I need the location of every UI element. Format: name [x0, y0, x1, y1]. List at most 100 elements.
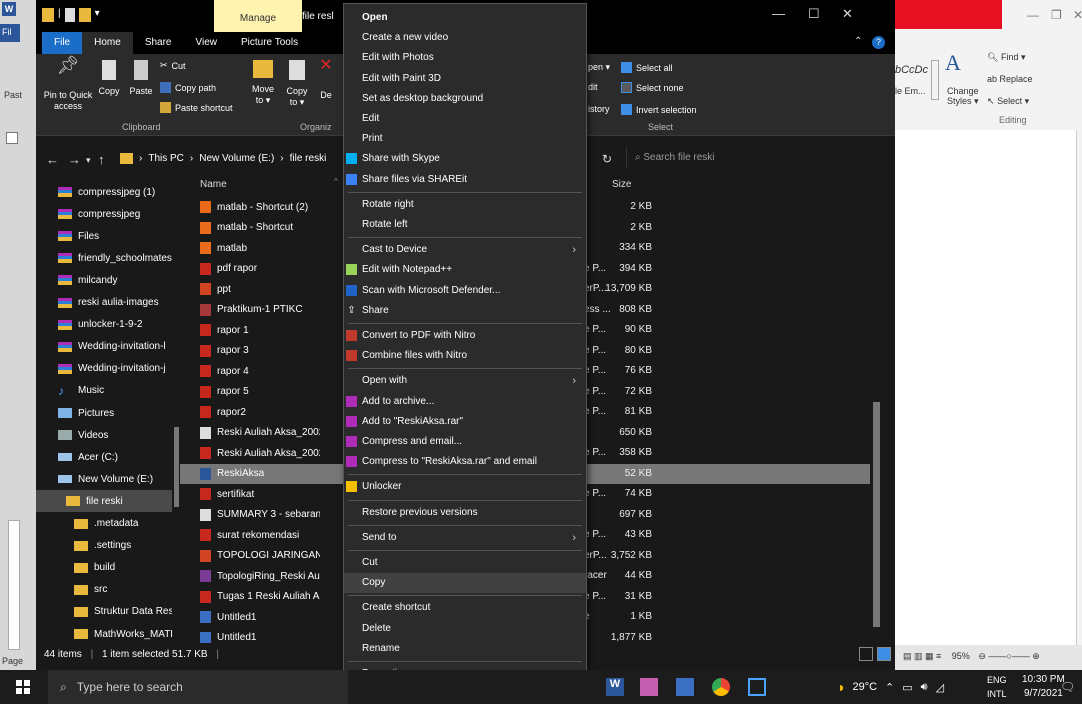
breadcrumb-new-volume[interactable]: New Volume (E:) — [199, 153, 274, 164]
clock[interactable]: 10:30 PM 9/7/2021 — [1022, 673, 1065, 701]
style-label[interactable]: le Em... — [895, 86, 926, 96]
paste-shortcut-button[interactable]: Paste shortcut — [160, 102, 233, 113]
menu-item[interactable]: Edit — [344, 109, 586, 129]
copy-path-button[interactable]: Copy path — [160, 82, 216, 93]
nav-item[interactable]: Pictures — [36, 402, 176, 424]
word-restore-button[interactable]: ❐ — [1051, 8, 1062, 22]
select-none-button[interactable]: Select none — [621, 82, 684, 93]
nav-item[interactable]: build — [36, 557, 176, 579]
menu-item[interactable]: Share with Skype — [344, 149, 586, 169]
menu-item[interactable]: ⇪ Share — [344, 301, 586, 321]
nav-item[interactable]: .settings — [36, 535, 176, 557]
new-folder-icon[interactable] — [78, 8, 91, 22]
forward-arrow-icon[interactable]: → — [68, 152, 81, 167]
copy-button[interactable]: Copy — [94, 60, 124, 97]
document-page[interactable] — [895, 130, 1077, 645]
menu-item[interactable]: Rotate left — [344, 215, 586, 235]
menu-item[interactable]: Add to archive... — [344, 392, 586, 412]
nav-item[interactable]: New Volume (E:) — [36, 468, 176, 490]
menu-item[interactable]: Edit with Notepad++ — [344, 260, 586, 280]
menu-item[interactable]: Delete — [344, 619, 586, 639]
menu-item[interactable]: Rotate right — [344, 195, 586, 215]
ribbon-collapse-icon[interactable]: ⌃ — [854, 36, 862, 47]
select-button[interactable]: ↖ Select ▾ — [987, 96, 1029, 107]
menu-item[interactable]: Convert to PDF with Nitro — [344, 326, 586, 346]
pin-to-quick-access-button[interactable]: 📌︎ Pin to Quick access — [42, 56, 94, 112]
menu-item[interactable]: Unlocker — [344, 477, 586, 497]
paint-taskbar-icon[interactable] — [640, 678, 658, 696]
app-taskbar-icon[interactable] — [748, 678, 766, 696]
menu-item[interactable]: Edit with Paint 3D — [344, 69, 586, 89]
view-buttons[interactable]: ▤ ▥ ▦ ≡ — [903, 651, 941, 661]
tab-picture-tools[interactable]: Picture Tools — [229, 32, 310, 54]
change-styles-label-2[interactable]: Styles ▾ — [947, 96, 979, 107]
change-styles-label[interactable]: Change — [947, 86, 979, 96]
menu-item[interactable]: Compress to "ReskiAksa.rar" and email — [344, 452, 586, 472]
menu-item[interactable]: Cast to Device › — [344, 240, 586, 260]
tab-view[interactable]: View — [184, 32, 230, 54]
network-icon[interactable]: ▭ — [902, 681, 912, 694]
help-icon[interactable]: ? — [872, 36, 885, 49]
qat-dropdown-icon[interactable]: ▾ — [95, 8, 100, 24]
minimize-button[interactable]: — — [772, 6, 785, 21]
nav-scrollbar[interactable] — [172, 177, 180, 643]
menu-item[interactable]: Open — [344, 8, 586, 28]
manage-tab[interactable]: Manage — [214, 0, 302, 32]
nav-item[interactable]: ♪ Music — [36, 380, 176, 402]
menu-item[interactable]: Send to › — [344, 528, 586, 548]
nav-item[interactable]: Files — [36, 225, 176, 247]
nav-item[interactable]: milcandy — [36, 269, 176, 291]
search-input[interactable]: ⌕ Search file reski — [626, 147, 806, 169]
menu-item[interactable]: Restore previous versions — [344, 503, 586, 523]
menu-item[interactable]: Cut — [344, 553, 586, 573]
column-header-size[interactable]: Size — [612, 179, 631, 190]
close-button[interactable]: ✕ — [842, 6, 853, 22]
tab-share[interactable]: Share — [133, 32, 184, 54]
back-arrow-icon[interactable]: ← — [46, 152, 59, 167]
menu-item[interactable]: Combine files with Nitro — [344, 346, 586, 366]
zoom-level[interactable]: 95% — [952, 651, 970, 661]
menu-item[interactable]: Share files via SHAREit — [344, 170, 586, 190]
chrome-taskbar-icon[interactable] — [712, 678, 730, 696]
nav-item[interactable]: src — [36, 579, 176, 601]
language-indicator[interactable]: ENG INTL — [987, 673, 1007, 701]
cut-button[interactable]: ✂︎ Cut — [160, 60, 186, 71]
menu-item[interactable]: Compress and email... — [344, 432, 586, 452]
zoom-slider[interactable]: ⊖ ——○—— ⊕ — [978, 651, 1040, 661]
maximize-button[interactable]: ☐ — [808, 6, 820, 22]
menu-item[interactable]: Open with › — [344, 371, 586, 391]
styles-scroll[interactable] — [931, 60, 939, 100]
nav-item[interactable]: Wedding-invitation-j — [36, 358, 176, 380]
recent-dropdown-icon[interactable]: ▾ — [86, 155, 91, 166]
properties-icon[interactable] — [64, 8, 75, 22]
breadcrumb-this-pc[interactable]: This PC — [148, 153, 184, 164]
menu-item[interactable]: Edit with Photos — [344, 48, 586, 68]
wifi-icon[interactable]: ◿ — [936, 681, 944, 694]
edit-button[interactable]: dit — [588, 82, 598, 92]
nav-item[interactable]: Wedding-invitation-l — [36, 336, 176, 358]
paste-button[interactable]: Paste — [124, 60, 158, 97]
start-button[interactable] — [16, 680, 30, 694]
menu-item[interactable]: Create a new video — [344, 28, 586, 48]
temperature[interactable]: 29°C — [852, 681, 877, 693]
column-header-name[interactable]: Name — [200, 179, 227, 190]
word-minimize-button[interactable]: — — [1027, 8, 1039, 22]
change-styles-icon[interactable]: A — [945, 50, 961, 76]
nav-item[interactable]: MathWorks_MATLAB_ — [36, 623, 176, 645]
open-button[interactable]: pen ▾ — [588, 62, 610, 73]
menu-item[interactable]: Create shortcut — [344, 598, 586, 618]
large-icons-view-icon[interactable] — [877, 647, 891, 661]
breadcrumb-file-reski[interactable]: file reski — [290, 153, 327, 164]
nav-item[interactable]: unlocker-1-9-2 — [36, 314, 176, 336]
refresh-icon[interactable]: ↻ — [602, 152, 612, 166]
nav-item[interactable]: Acer (C:) — [36, 446, 176, 468]
details-view-icon[interactable] — [859, 647, 873, 661]
move-to-button[interactable]: Move to ▾ — [246, 60, 280, 106]
nav-item[interactable]: compressjpeg (1) — [36, 181, 176, 203]
menu-item[interactable]: Print — [344, 129, 586, 149]
find-button[interactable]: 🔍︎ Find ▾ — [987, 52, 1025, 63]
weather-icon[interactable]: ◑ — [836, 679, 844, 695]
menu-item[interactable]: Set as desktop background — [344, 89, 586, 109]
taskbar-search[interactable]: ⌕ Type here to search — [48, 670, 348, 704]
tab-home[interactable]: Home — [82, 32, 133, 54]
